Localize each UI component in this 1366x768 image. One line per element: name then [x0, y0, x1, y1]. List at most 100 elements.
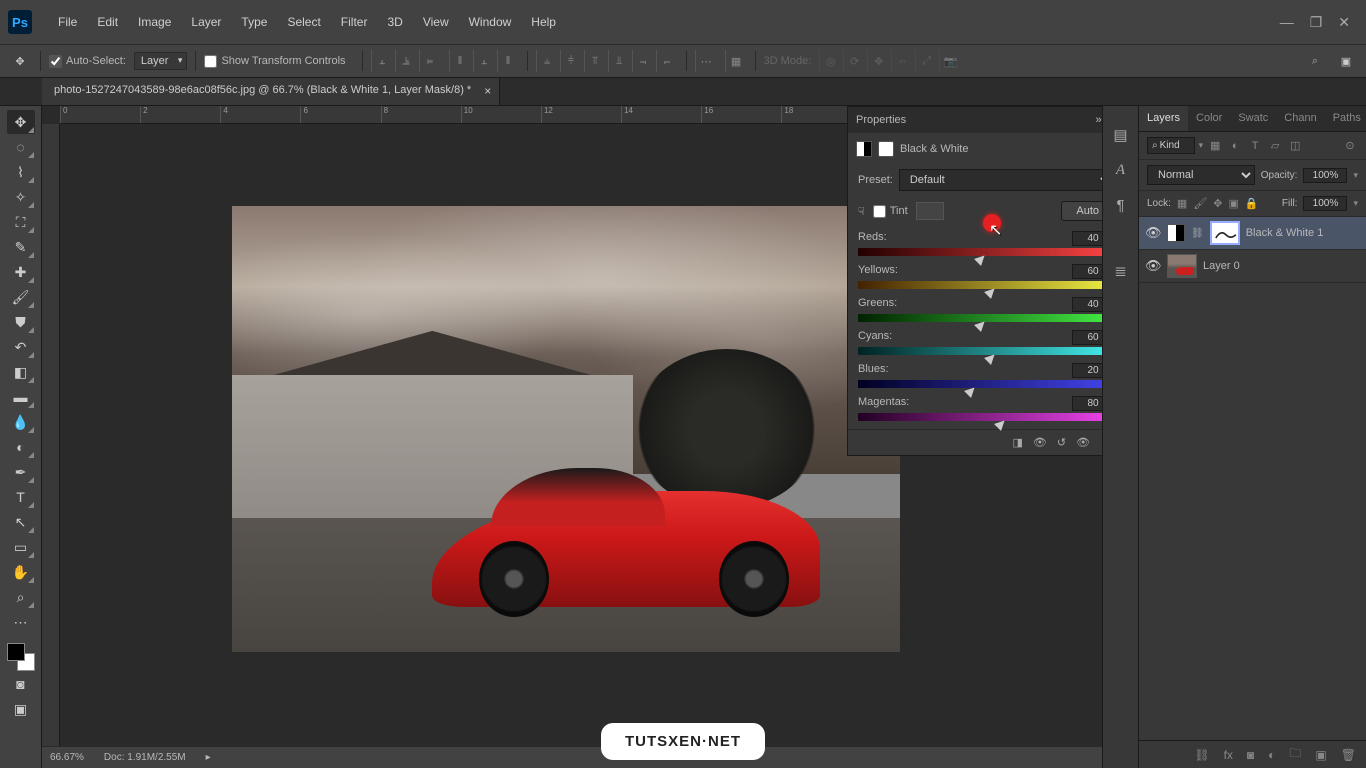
- visibility-icon[interactable]: 👁: [1145, 258, 1161, 274]
- hand-tool[interactable]: ✋: [7, 560, 35, 584]
- move-tool[interactable]: ✥: [7, 110, 35, 134]
- magic-wand-tool[interactable]: ✧: [7, 185, 35, 209]
- minimize-button[interactable]: —: [1280, 14, 1294, 31]
- tab-swatches[interactable]: Swatc: [1230, 106, 1276, 131]
- slider-track[interactable]: [858, 248, 1102, 258]
- toggle-visibility-icon[interactable]: 👁: [1076, 436, 1090, 449]
- menu-edit[interactable]: Edit: [87, 15, 128, 29]
- adjustment-thumb-icon[interactable]: [1167, 224, 1185, 242]
- stamp-tool[interactable]: ⛊: [7, 310, 35, 334]
- clip-to-layer-icon[interactable]: ◨: [1012, 436, 1022, 449]
- canvas-area[interactable]: 024681012141618202224 66.67% Doc: 1.91M/…: [42, 106, 1102, 768]
- blend-mode-select[interactable]: Normal: [1147, 165, 1255, 185]
- lock-transparent-icon[interactable]: ▦: [1177, 197, 1187, 210]
- distribute-icon[interactable]: ⫬: [632, 50, 654, 72]
- lock-all-icon[interactable]: 🔒: [1245, 197, 1259, 210]
- character-icon[interactable]: A: [1116, 162, 1125, 179]
- adjustment-layer-icon[interactable]: ◐: [1268, 748, 1275, 762]
- menu-help[interactable]: Help: [521, 15, 566, 29]
- collapse-icon[interactable]: »: [1095, 114, 1101, 126]
- paragraph-icon[interactable]: ¶: [1116, 197, 1124, 214]
- pen-tool[interactable]: ✒: [7, 460, 35, 484]
- link-layers-icon[interactable]: ⛓: [1194, 748, 1209, 762]
- zoom-tool[interactable]: ⌕: [7, 585, 35, 609]
- filter-toggle-icon[interactable]: ⊙: [1342, 138, 1358, 154]
- lock-image-icon[interactable]: 🖌: [1193, 197, 1207, 210]
- reset-icon[interactable]: ↺: [1057, 436, 1066, 449]
- color-swatches[interactable]: [7, 643, 35, 671]
- filter-kind-select[interactable]: Kind: [1147, 137, 1195, 154]
- align-bottom-icon[interactable]: ⫢: [419, 50, 441, 72]
- layer-style-icon[interactable]: fx: [1224, 748, 1233, 762]
- dodge-tool[interactable]: ◐: [7, 435, 35, 459]
- slider-value-input[interactable]: [1072, 396, 1102, 411]
- preset-select[interactable]: Default: [899, 169, 1102, 191]
- filter-smart-icon[interactable]: ◫: [1287, 138, 1303, 154]
- crop-tool[interactable]: ⛶: [7, 210, 35, 234]
- quickmask-tool[interactable]: ◙: [7, 672, 35, 696]
- distribute-icon[interactable]: ⫪: [584, 50, 606, 72]
- lock-artboard-icon[interactable]: ▣: [1229, 197, 1239, 210]
- marquee-tool[interactable]: ◌: [7, 135, 35, 159]
- menu-filter[interactable]: Filter: [331, 15, 378, 29]
- menu-3d[interactable]: 3D: [377, 15, 412, 29]
- visibility-icon[interactable]: 👁: [1145, 225, 1161, 241]
- close-button[interactable]: ✕: [1338, 14, 1350, 31]
- view-previous-icon[interactable]: 👁: [1033, 436, 1047, 449]
- distribute-icon[interactable]: ⫫: [608, 50, 630, 72]
- zoom-level[interactable]: 66.67%: [50, 752, 84, 763]
- blur-tool[interactable]: 💧: [7, 410, 35, 434]
- tab-channels[interactable]: Chann: [1276, 106, 1324, 131]
- healing-tool[interactable]: ✚: [7, 260, 35, 284]
- auto-select-target[interactable]: Layer: [134, 52, 188, 70]
- type-tool[interactable]: T: [7, 485, 35, 509]
- menu-select[interactable]: Select: [277, 15, 330, 29]
- gradient-tool[interactable]: ▬: [7, 385, 35, 409]
- foreground-color-swatch[interactable]: [7, 643, 25, 661]
- histogram-icon[interactable]: ▤: [1113, 126, 1127, 144]
- slider-track[interactable]: [858, 281, 1102, 291]
- distribute-icon[interactable]: ⫭: [656, 50, 678, 72]
- edit-toolbar-icon[interactable]: ⋯: [7, 610, 35, 634]
- tab-color[interactable]: Color: [1188, 106, 1230, 131]
- distribute-icon[interactable]: ⫨: [536, 50, 558, 72]
- eyedropper-tool[interactable]: ✎: [7, 235, 35, 259]
- align-left-icon[interactable]: ‖: [449, 50, 471, 72]
- properties-header[interactable]: Properties » ≡: [848, 107, 1102, 133]
- slider-track[interactable]: [858, 314, 1102, 324]
- targeted-adjustment-icon[interactable]: ☟: [858, 205, 865, 218]
- search-icon[interactable]: ⌕: [1312, 55, 1318, 68]
- tint-input[interactable]: [873, 205, 886, 218]
- path-select-tool[interactable]: ↖: [7, 510, 35, 534]
- filter-adjust-icon[interactable]: ◐: [1227, 138, 1243, 154]
- menu-file[interactable]: File: [48, 15, 87, 29]
- layer-thumb[interactable]: [1167, 254, 1197, 278]
- slider-track[interactable]: [858, 347, 1102, 357]
- layer-row[interactable]: 👁 Layer 0: [1139, 250, 1366, 283]
- document-canvas[interactable]: [232, 206, 900, 652]
- screenmode-tool[interactable]: ▣: [7, 697, 35, 721]
- show-transform-checkbox[interactable]: Show Transform Controls: [204, 55, 345, 68]
- align-right-icon[interactable]: ‖: [497, 50, 519, 72]
- auto-align-icon[interactable]: ▦: [725, 50, 747, 72]
- menu-window[interactable]: Window: [459, 15, 522, 29]
- menu-type[interactable]: Type: [231, 15, 277, 29]
- slider-value-input[interactable]: [1072, 297, 1102, 312]
- layer-name[interactable]: Layer 0: [1203, 260, 1240, 272]
- layer-row[interactable]: 👁 ⛓ Black & White 1: [1139, 217, 1366, 250]
- slider-track[interactable]: [858, 413, 1102, 423]
- maximize-button[interactable]: ❐: [1310, 14, 1323, 31]
- delete-adjustment-icon[interactable]: 🗑: [1100, 436, 1102, 449]
- menu-image[interactable]: Image: [128, 15, 181, 29]
- new-layer-icon[interactable]: ▣: [1315, 748, 1326, 762]
- align-vcenter-icon[interactable]: ⫡: [395, 50, 417, 72]
- slider-track[interactable]: [858, 380, 1102, 390]
- styles-icon[interactable]: ≣: [1114, 262, 1127, 280]
- eraser-tool[interactable]: ◧: [7, 360, 35, 384]
- group-icon[interactable]: 🗀: [1289, 744, 1301, 765]
- shape-tool[interactable]: ▭: [7, 535, 35, 559]
- opacity-value[interactable]: 100%: [1303, 168, 1347, 183]
- mask-thumb[interactable]: [1210, 221, 1240, 245]
- slider-value-input[interactable]: [1072, 330, 1102, 345]
- menu-view[interactable]: View: [413, 15, 459, 29]
